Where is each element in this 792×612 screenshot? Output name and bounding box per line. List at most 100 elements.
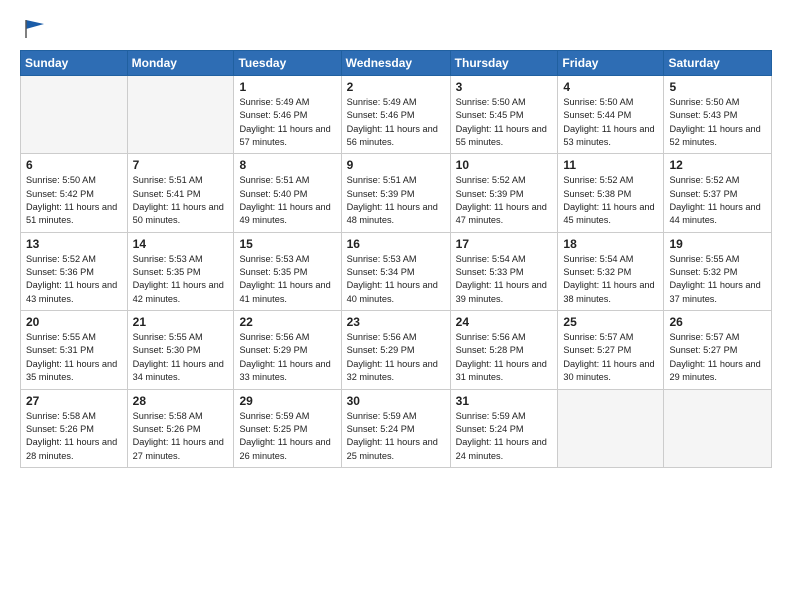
day-number: 14 — [133, 237, 229, 251]
calendar-cell: 1Sunrise: 5:49 AM Sunset: 5:46 PM Daylig… — [234, 76, 341, 154]
calendar-table: SundayMondayTuesdayWednesdayThursdayFrid… — [20, 50, 772, 468]
day-info: Sunrise: 5:58 AM Sunset: 5:26 PM Dayligh… — [26, 410, 122, 463]
day-info: Sunrise: 5:55 AM Sunset: 5:32 PM Dayligh… — [669, 253, 766, 306]
day-info: Sunrise: 5:56 AM Sunset: 5:29 PM Dayligh… — [239, 331, 335, 384]
day-info: Sunrise: 5:51 AM Sunset: 5:39 PM Dayligh… — [347, 174, 445, 227]
day-number: 29 — [239, 394, 335, 408]
day-number: 11 — [563, 158, 658, 172]
calendar-cell: 29 Sunrise: 5:59 AM Sunset: 5:25 PM Dayli… — [234, 389, 341, 467]
day-info: Sunrise: 5:59 AM Sunset: 5:24 PM Dayligh… — [347, 410, 445, 463]
calendar-cell: 31 Sunrise: 5:59 AM Sunset: 5:24 PM Dayli… — [450, 389, 558, 467]
day-number: 10 — [456, 158, 553, 172]
day-info: Sunrise: 5:51 AM Sunset: 5:41 PM Dayligh… — [133, 174, 229, 227]
calendar-cell: 8 Sunrise: 5:51 AM Sunset: 5:40 PM Daylig… — [234, 154, 341, 232]
day-info: Sunrise: 5:50 AM Sunset: 5:43 PM Dayligh… — [669, 96, 766, 149]
day-info: Sunrise: 5:50 AM Sunset: 5:42 PM Dayligh… — [26, 174, 122, 227]
calendar-cell: 24Sunrise: 5:56 AM Sunset: 5:28 PM Dayli… — [450, 311, 558, 389]
day-number: 28 — [133, 394, 229, 408]
calendar-week-row: 6 Sunrise: 5:50 AM Sunset: 5:42 PM Daylig… — [21, 154, 772, 232]
calendar-cell: 7 Sunrise: 5:51 AM Sunset: 5:41 PM Daylig… — [127, 154, 234, 232]
day-number: 3 — [456, 80, 553, 94]
day-number: 27 — [26, 394, 122, 408]
day-number: 9 — [347, 158, 445, 172]
calendar-cell: 28 Sunrise: 5:58 AM Sunset: 5:26 PM Dayli… — [127, 389, 234, 467]
day-info: Sunrise: 5:54 AM Sunset: 5:33 PM Dayligh… — [456, 253, 553, 306]
header — [20, 18, 772, 40]
day-info: Sunrise: 5:57 AM Sunset: 5:27 PM Dayligh… — [669, 331, 766, 384]
weekday-header: Monday — [127, 51, 234, 76]
calendar-cell: 27 Sunrise: 5:58 AM Sunset: 5:26 PM Dayli… — [21, 389, 128, 467]
weekday-header: Saturday — [664, 51, 772, 76]
day-info: Sunrise: 5:51 AM Sunset: 5:40 PM Dayligh… — [239, 174, 335, 227]
day-info: Sunrise: 5:54 AM Sunset: 5:32 PM Dayligh… — [563, 253, 658, 306]
day-number: 26 — [669, 315, 766, 329]
day-info: Sunrise: 5:53 AM Sunset: 5:35 PM Dayligh… — [133, 253, 229, 306]
weekday-header: Thursday — [450, 51, 558, 76]
calendar-cell: 25Sunrise: 5:57 AM Sunset: 5:27 PM Dayli… — [558, 311, 664, 389]
calendar-cell: 17 Sunrise: 5:54 AM Sunset: 5:33 PM Dayli… — [450, 232, 558, 310]
day-info: Sunrise: 5:58 AM Sunset: 5:26 PM Dayligh… — [133, 410, 229, 463]
calendar-header-row: SundayMondayTuesdayWednesdayThursdayFrid… — [21, 51, 772, 76]
day-number: 4 — [563, 80, 658, 94]
calendar-cell — [664, 389, 772, 467]
day-number: 6 — [26, 158, 122, 172]
day-info: Sunrise: 5:52 AM Sunset: 5:38 PM Dayligh… — [563, 174, 658, 227]
day-info: Sunrise: 5:59 AM Sunset: 5:24 PM Dayligh… — [456, 410, 553, 463]
calendar-week-row: 1Sunrise: 5:49 AM Sunset: 5:46 PM Daylig… — [21, 76, 772, 154]
calendar-cell: 3 Sunrise: 5:50 AM Sunset: 5:45 PM Daylig… — [450, 76, 558, 154]
day-number: 31 — [456, 394, 553, 408]
calendar-cell — [127, 76, 234, 154]
calendar-cell: 19Sunrise: 5:55 AM Sunset: 5:32 PM Dayli… — [664, 232, 772, 310]
weekday-header: Tuesday — [234, 51, 341, 76]
calendar-cell: 26 Sunrise: 5:57 AM Sunset: 5:27 PM Dayli… — [664, 311, 772, 389]
calendar-cell: 18Sunrise: 5:54 AM Sunset: 5:32 PM Dayli… — [558, 232, 664, 310]
day-info: Sunrise: 5:52 AM Sunset: 5:39 PM Dayligh… — [456, 174, 553, 227]
day-number: 7 — [133, 158, 229, 172]
day-info: Sunrise: 5:59 AM Sunset: 5:25 PM Dayligh… — [239, 410, 335, 463]
calendar-cell: 13Sunrise: 5:52 AM Sunset: 5:36 PM Dayli… — [21, 232, 128, 310]
calendar-week-row: 13Sunrise: 5:52 AM Sunset: 5:36 PM Dayli… — [21, 232, 772, 310]
day-info: Sunrise: 5:57 AM Sunset: 5:27 PM Dayligh… — [563, 331, 658, 384]
day-info: Sunrise: 5:52 AM Sunset: 5:37 PM Dayligh… — [669, 174, 766, 227]
calendar-cell — [21, 76, 128, 154]
logo — [20, 18, 48, 40]
calendar-cell: 6 Sunrise: 5:50 AM Sunset: 5:42 PM Daylig… — [21, 154, 128, 232]
day-info: Sunrise: 5:56 AM Sunset: 5:29 PM Dayligh… — [347, 331, 445, 384]
weekday-header: Friday — [558, 51, 664, 76]
day-info: Sunrise: 5:49 AM Sunset: 5:46 PM Dayligh… — [239, 96, 335, 149]
day-info: Sunrise: 5:52 AM Sunset: 5:36 PM Dayligh… — [26, 253, 122, 306]
day-info: Sunrise: 5:49 AM Sunset: 5:46 PM Dayligh… — [347, 96, 445, 149]
day-number: 2 — [347, 80, 445, 94]
day-number: 16 — [347, 237, 445, 251]
calendar-header: SundayMondayTuesdayWednesdayThursdayFrid… — [21, 51, 772, 76]
day-info: Sunrise: 5:55 AM Sunset: 5:30 PM Dayligh… — [133, 331, 229, 384]
calendar-cell: 22 Sunrise: 5:56 AM Sunset: 5:29 PM Dayli… — [234, 311, 341, 389]
day-number: 5 — [669, 80, 766, 94]
day-info: Sunrise: 5:50 AM Sunset: 5:45 PM Dayligh… — [456, 96, 553, 149]
page: SundayMondayTuesdayWednesdayThursdayFrid… — [0, 0, 792, 478]
calendar-cell: 5 Sunrise: 5:50 AM Sunset: 5:43 PM Daylig… — [664, 76, 772, 154]
day-number: 20 — [26, 315, 122, 329]
day-number: 23 — [347, 315, 445, 329]
day-number: 17 — [456, 237, 553, 251]
day-number: 21 — [133, 315, 229, 329]
calendar-week-row: 20 Sunrise: 5:55 AM Sunset: 5:31 PM Dayli… — [21, 311, 772, 389]
calendar-cell: 4Sunrise: 5:50 AM Sunset: 5:44 PM Daylig… — [558, 76, 664, 154]
calendar-cell: 21 Sunrise: 5:55 AM Sunset: 5:30 PM Dayli… — [127, 311, 234, 389]
day-number: 15 — [239, 237, 335, 251]
calendar-cell: 11 Sunrise: 5:52 AM Sunset: 5:38 PM Dayli… — [558, 154, 664, 232]
calendar-cell: 2 Sunrise: 5:49 AM Sunset: 5:46 PM Daylig… — [341, 76, 450, 154]
day-info: Sunrise: 5:56 AM Sunset: 5:28 PM Dayligh… — [456, 331, 553, 384]
calendar-cell: 23 Sunrise: 5:56 AM Sunset: 5:29 PM Dayli… — [341, 311, 450, 389]
calendar-cell: 12 Sunrise: 5:52 AM Sunset: 5:37 PM Dayli… — [664, 154, 772, 232]
weekday-header: Wednesday — [341, 51, 450, 76]
logo-flag-icon — [22, 18, 48, 40]
day-number: 22 — [239, 315, 335, 329]
calendar-cell: 30Sunrise: 5:59 AM Sunset: 5:24 PM Dayli… — [341, 389, 450, 467]
calendar-cell: 16Sunrise: 5:53 AM Sunset: 5:34 PM Dayli… — [341, 232, 450, 310]
day-info: Sunrise: 5:55 AM Sunset: 5:31 PM Dayligh… — [26, 331, 122, 384]
day-number: 8 — [239, 158, 335, 172]
day-number: 12 — [669, 158, 766, 172]
calendar-cell: 20 Sunrise: 5:55 AM Sunset: 5:31 PM Dayli… — [21, 311, 128, 389]
calendar-cell: 10 Sunrise: 5:52 AM Sunset: 5:39 PM Dayli… — [450, 154, 558, 232]
